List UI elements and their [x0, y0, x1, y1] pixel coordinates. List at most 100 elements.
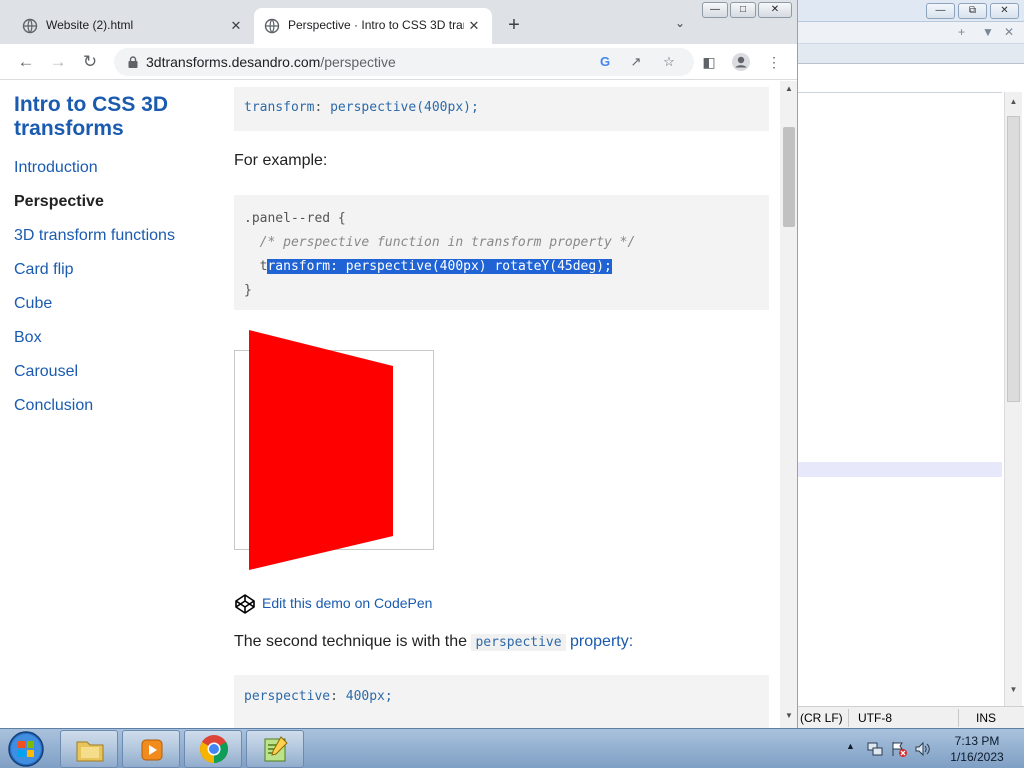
- nav-item-perspective[interactable]: Perspective: [14, 193, 214, 211]
- new-tab-button[interactable]: +: [502, 14, 526, 38]
- status-line-ending: (CR LF): [800, 711, 843, 725]
- minimize-button[interactable]: —: [702, 2, 728, 18]
- scroll-down-arrow-icon[interactable]: ▼: [780, 708, 797, 724]
- code-selector: .panel--red {: [244, 211, 346, 226]
- clock-time: 7:13 PM: [954, 734, 1000, 748]
- tab-title: Perspective · Intro to CSS 3D tran: [288, 18, 464, 32]
- close-window-button[interactable]: ✕: [758, 2, 792, 18]
- show-hidden-icons-arrow-icon[interactable]: ▲: [846, 741, 855, 751]
- url-text[interactable]: 3dtransforms.desandro.com/perspective: [146, 54, 396, 70]
- maximize-button[interactable]: □: [730, 2, 756, 18]
- site-title-link[interactable]: Intro to CSS 3D transforms: [14, 93, 204, 141]
- bookmark-star-icon[interactable]: ☆: [661, 54, 677, 70]
- code-close: }: [244, 283, 252, 298]
- web-page: Intro to CSS 3D transforms Introduction …: [0, 81, 780, 728]
- taskbar-chrome-button[interactable]: [184, 730, 242, 768]
- nav-item-introduction[interactable]: Introduction: [14, 159, 214, 177]
- inline-code-perspective[interactable]: perspective: [471, 634, 566, 651]
- editor-restore-button[interactable]: ⧉: [958, 3, 987, 19]
- action-center-flag-icon[interactable]: [890, 740, 908, 758]
- close-tab-icon[interactable]: ✕: [226, 16, 246, 36]
- share-icon[interactable]: ↗: [628, 54, 644, 70]
- taskbar-editor-button[interactable]: [246, 730, 304, 768]
- url-host: 3dtransforms.desandro.com: [146, 54, 321, 70]
- nav-item-carousel[interactable]: Carousel: [14, 363, 214, 381]
- page-scroll-thumb[interactable]: [783, 127, 795, 227]
- editor-titlebar: — ⧉ ✕: [798, 0, 1024, 22]
- close-tab-icon[interactable]: ✕: [464, 16, 484, 36]
- codepen-link-text[interactable]: Edit this demo on CodePen: [262, 595, 432, 611]
- menu-dots-icon[interactable]: ⋮: [764, 52, 784, 72]
- site-nav: Introduction Perspective 3D transform fu…: [14, 159, 214, 415]
- notepad-plus-icon: [264, 736, 288, 762]
- site-sidebar: Intro to CSS 3D transforms Introduction …: [14, 93, 214, 431]
- google-lens-icon[interactable]: G: [597, 54, 613, 70]
- taskbar: ▲ 7:13 PM 1/16/2023: [0, 728, 1024, 768]
- media-player-icon: [141, 739, 163, 761]
- code-block-transform[interactable]: transform: perspective(400px);: [234, 87, 769, 131]
- nav-item-conclusion[interactable]: Conclusion: [14, 397, 214, 415]
- editor-statusbar: (CR LF) UTF-8 INS: [798, 706, 1024, 728]
- status-encoding: UTF-8: [858, 711, 892, 725]
- editor-scroll-thumb[interactable]: [1007, 116, 1020, 402]
- back-arrow-icon[interactable]: ←: [14, 50, 38, 74]
- selected-text: ransform: perspective(400px) rotateY(45d…: [267, 259, 612, 274]
- editor-window: — ⧉ ✕ + ▼ ✕ ▲ ▼ (CR LF) UTF-8 INS: [798, 0, 1024, 728]
- close-icon[interactable]: ✕: [1004, 25, 1014, 39]
- codepen-icon: [235, 594, 255, 614]
- code-block-perspective[interactable]: perspective: 400px;: [234, 675, 769, 728]
- status-mode: INS: [976, 711, 997, 725]
- code-property: perspective: [244, 689, 331, 704]
- taskbar-explorer-button[interactable]: [60, 730, 118, 768]
- editor-minimize-button[interactable]: —: [926, 3, 955, 19]
- globe-icon: [264, 18, 280, 34]
- tab-title: Website (2).html: [46, 18, 134, 32]
- address-bar[interactable]: 3dtransforms.desandro.com/perspective G …: [114, 48, 694, 76]
- volume-icon[interactable]: [914, 740, 932, 758]
- code-property: transform: [244, 100, 315, 115]
- globe-icon: [22, 18, 38, 34]
- forward-arrow-icon[interactable]: →: [46, 50, 70, 74]
- folder-icon: [76, 741, 104, 762]
- code-comment: /* perspective function in transform pro…: [259, 235, 636, 250]
- profile-avatar-icon[interactable]: [731, 52, 751, 72]
- nav-item-box[interactable]: Box: [14, 329, 214, 347]
- browser-window: Website (2).html ✕ Perspective · Intro t…: [0, 0, 798, 728]
- scroll-down-arrow-icon[interactable]: ▼: [1005, 682, 1022, 698]
- second-technique-prefix: The second technique is with the: [234, 633, 468, 650]
- editor-document[interactable]: [798, 92, 1002, 706]
- editor-tab-bar: [798, 44, 1024, 64]
- taskbar-media-player-button[interactable]: [122, 730, 180, 768]
- chrome-icon: [200, 735, 228, 763]
- editor-close-button[interactable]: ✕: [990, 3, 1019, 19]
- editor-scrollbar[interactable]: ▲ ▼: [1004, 92, 1022, 706]
- nav-item-card-flip[interactable]: Card flip: [14, 261, 214, 279]
- clock-date: 1/16/2023: [950, 750, 1004, 764]
- second-technique-text: The second technique is with the perspec…: [234, 633, 633, 651]
- plus-icon[interactable]: +: [958, 25, 965, 39]
- for-example-text: For example:: [234, 152, 328, 169]
- code-value: perspective(400px);: [330, 100, 479, 115]
- network-icon[interactable]: [866, 740, 884, 758]
- start-button-windows-icon[interactable]: [6, 730, 46, 768]
- lock-icon: [128, 56, 138, 68]
- tab-strip: Website (2).html ✕ Perspective · Intro t…: [0, 0, 797, 44]
- code-block-panel-red[interactable]: .panel--red { /* perspective function in…: [234, 195, 769, 310]
- scroll-up-arrow-icon[interactable]: ▲: [1005, 94, 1022, 110]
- second-technique-suffix[interactable]: property:: [570, 633, 633, 650]
- url-path: /perspective: [320, 54, 396, 70]
- nav-item-cube[interactable]: Cube: [14, 295, 214, 313]
- dropdown-icon[interactable]: ▼: [982, 25, 994, 39]
- browser-toolbar: ← → ↻ 3dtransforms.desandro.com/perspect…: [0, 44, 797, 80]
- taskbar-clock[interactable]: 7:13 PM 1/16/2023: [938, 733, 1016, 765]
- code-value: 400px;: [345, 689, 393, 704]
- tab-perspective[interactable]: Perspective · Intro to CSS 3D tran ✕: [254, 8, 492, 44]
- editor-toolbar: + ▼ ✕: [798, 22, 1024, 44]
- scroll-up-arrow-icon[interactable]: ▲: [780, 81, 797, 97]
- side-panel-icon[interactable]: ◧: [699, 52, 719, 72]
- nav-item-3d-transform-functions[interactable]: 3D transform functions: [14, 227, 214, 245]
- tab-search-chevron-icon[interactable]: ⌄: [670, 16, 690, 36]
- reload-icon[interactable]: ↻: [78, 50, 102, 74]
- tab-website-html[interactable]: Website (2).html ✕: [12, 8, 252, 44]
- page-scrollbar[interactable]: ▲ ▼: [780, 81, 797, 728]
